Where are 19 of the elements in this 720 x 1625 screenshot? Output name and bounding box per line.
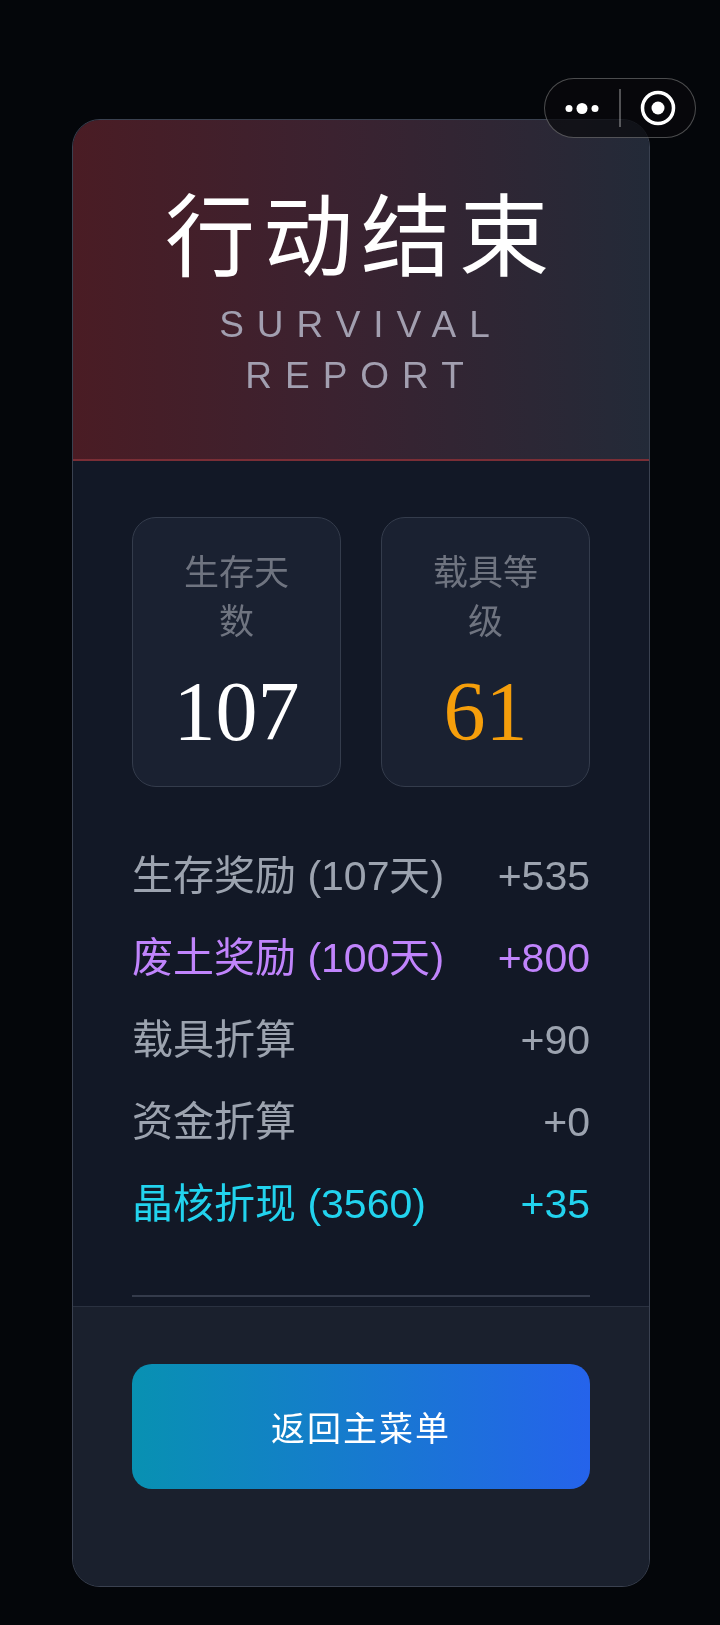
reward-value: +35 xyxy=(520,1180,590,1229)
main-menu-button[interactable]: 返回主菜单 xyxy=(132,1364,590,1489)
report-subtitle: SURVIVAL REPORT xyxy=(218,303,504,398)
more-icon[interactable] xyxy=(565,102,600,114)
reward-value: +90 xyxy=(520,1016,590,1065)
reward-value: +0 xyxy=(543,1098,590,1147)
reward-label: 晶核折现 (3560) xyxy=(132,1180,426,1229)
reward-value: +800 xyxy=(497,934,590,983)
circle-dot-icon[interactable] xyxy=(639,90,676,126)
reward-value: +535 xyxy=(497,852,590,901)
stat-label: 生存天数 xyxy=(183,552,290,643)
reward-label: 生存奖励 (107天) xyxy=(132,852,445,901)
reward-label: 载具折算 xyxy=(132,1016,296,1065)
reward-label: 废土奖励 (100天) xyxy=(132,934,445,983)
stat-value: 61 xyxy=(443,664,528,760)
stat-label: 载具等级 xyxy=(432,552,539,643)
reward-label: 资金折算 xyxy=(132,1098,296,1147)
report-title: 行动结束 xyxy=(165,188,557,290)
stat-value: 107 xyxy=(173,664,300,760)
